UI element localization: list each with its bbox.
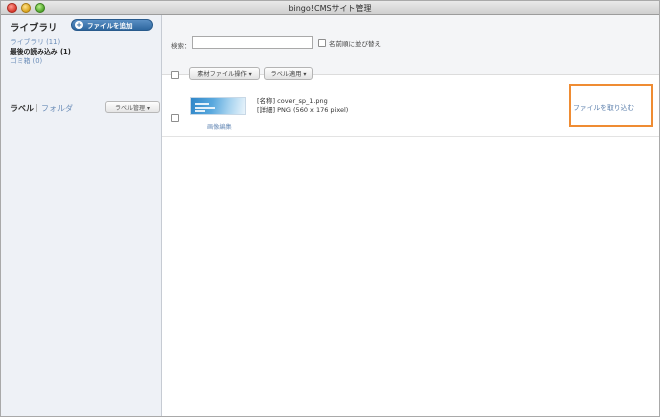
import-file-link[interactable]: ファイルを取り込む [573, 102, 634, 112]
image-edit-link[interactable]: 画像編集 [207, 122, 232, 131]
thumbnail-detail [195, 107, 215, 109]
file-name: [名称] cover_sp_1.png [257, 97, 328, 105]
thumbnail-detail [195, 103, 209, 105]
sidebar-item-library[interactable]: ライブラリ (11) [10, 38, 71, 48]
sidebar-item-last-import[interactable]: 最後の読み込み (1) [10, 48, 71, 58]
label-folder-switcher: ラベル | フォルダ ラベル管理 ▾ [10, 101, 160, 115]
apply-label-button[interactable]: ラベル適用 ▾ [264, 67, 313, 80]
tab-separator: | [35, 103, 38, 112]
thumbnail-detail [195, 110, 205, 112]
file-info: [名称] cover_sp_1.png [詳細] PNG (560 x 176 … [257, 97, 348, 115]
search-input[interactable] [192, 36, 313, 49]
toolbar: 検索： 名前順に並び替え 素材ファイル操作 ▾ ラベル適用 ▾ [162, 15, 659, 80]
add-file-button-label: ファイルを追加 [87, 22, 133, 30]
main-panel: 検索： 名前順に並び替え 素材ファイル操作 ▾ ラベル適用 ▾ 画像編集 [名称… [162, 15, 659, 416]
sidebar: ライブラリ + ファイルを追加 ライブラリ (11) 最後の読み込み (1) ゴ… [1, 15, 162, 416]
sidebar-title: ライブラリ [10, 23, 58, 34]
file-thumbnail[interactable] [190, 97, 246, 115]
title-bar: bingo!CMSサイト管理 [1, 1, 659, 15]
plus-circle-icon: + [75, 21, 83, 29]
tab-folder[interactable]: フォルダ [41, 103, 73, 114]
sidebar-item-trash[interactable]: ゴミ箱 (0) [10, 57, 71, 67]
sort-by-name-checkbox[interactable] [318, 39, 326, 47]
window-title: bingo!CMSサイト管理 [288, 4, 372, 13]
add-file-button[interactable]: + ファイルを追加 [71, 19, 153, 31]
tab-label[interactable]: ラベル [10, 103, 34, 114]
file-operations-button[interactable]: 素材ファイル操作 ▾ [189, 67, 260, 80]
file-detail: [詳細] PNG (560 x 176 pixel) [257, 106, 349, 114]
app-window: bingo!CMSサイト管理 ライブラリ + ファイルを追加 ライブラリ (11… [0, 0, 660, 417]
search-label: 検索： [171, 42, 191, 50]
sort-by-name-label: 名前順に並び替え [329, 40, 381, 48]
select-all-checkbox[interactable] [171, 71, 179, 79]
label-manage-button[interactable]: ラベル管理 ▾ [105, 101, 160, 113]
file-select-checkbox[interactable] [171, 114, 179, 122]
library-list: ライブラリ (11) 最後の読み込み (1) ゴミ箱 (0) [10, 38, 71, 67]
